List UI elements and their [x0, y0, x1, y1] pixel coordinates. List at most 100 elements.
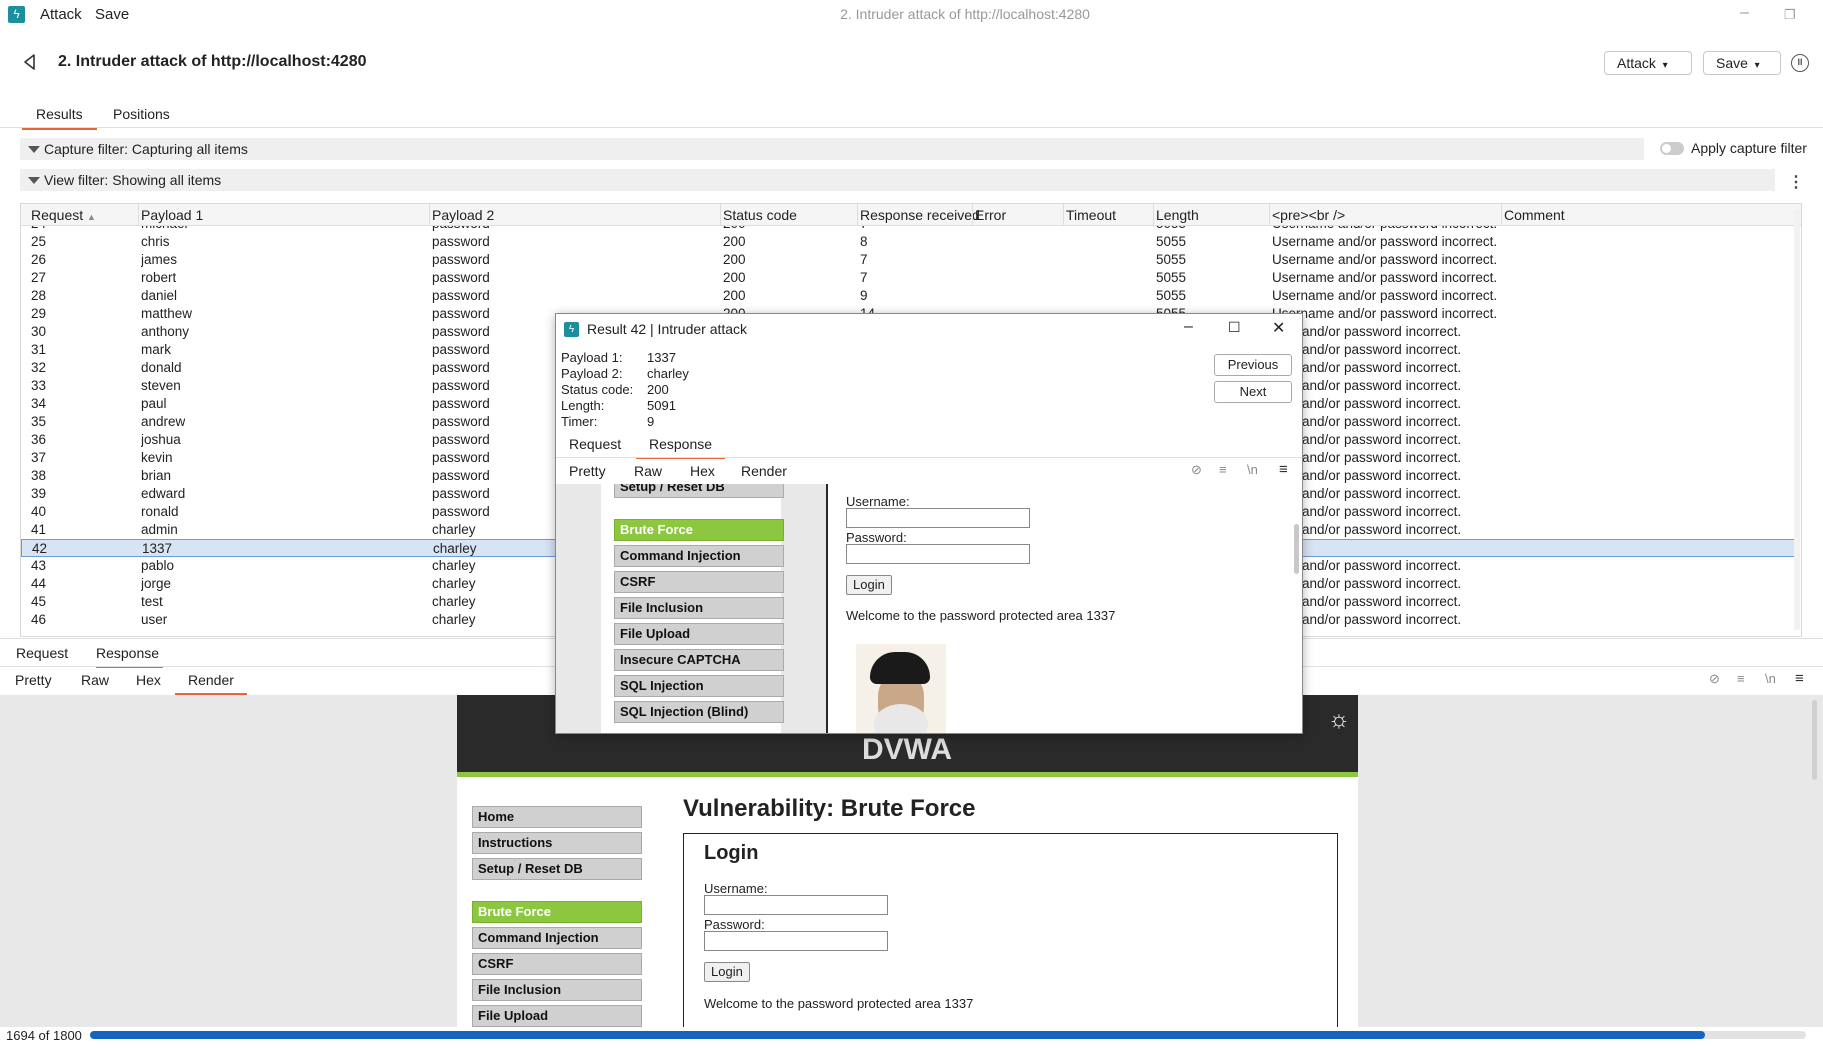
table-cell: brian [141, 468, 172, 483]
dvwa-nav-brute-force[interactable]: Brute Force [472, 901, 642, 923]
dialog-tab-response[interactable]: Response [636, 436, 726, 459]
close-icon[interactable]: ✕ [1272, 318, 1285, 338]
dialog-subtab-hex[interactable]: Hex [690, 463, 715, 484]
table-row-partial[interactable]: 24 michael password 200 7 5055 Username and/or… [21, 226, 1796, 233]
dialog-nav-brute-force[interactable]: Brute Force [614, 519, 784, 541]
dvwa-heading: Vulnerability: Brute Force [683, 795, 976, 822]
dvwa-nav-instructions[interactable]: Instructions [472, 832, 642, 854]
capture-filter-bar[interactable]: Capture filter: Capturing all items [20, 138, 1644, 160]
table-cell: 7 [860, 226, 868, 231]
column-header-comment[interactable]: Comment [1504, 207, 1565, 223]
dvwa-nav-setup[interactable]: Setup / Reset DB [472, 858, 642, 880]
dialog-nav-command-injection[interactable]: Command Injection [614, 545, 784, 567]
tab-request[interactable]: Request [16, 645, 68, 666]
tab-response[interactable]: Response [96, 645, 164, 668]
maximize-icon[interactable]: ☐ [1228, 319, 1241, 336]
page-title: 2. Intruder attack of http://localhost:4… [58, 53, 367, 70]
meta-payload2-value: charley [647, 366, 689, 381]
dialog-username-input[interactable] [846, 508, 1030, 528]
dvwa-nav-file-inclusion[interactable]: File Inclusion [472, 979, 642, 1001]
dialog-nav-setup[interactable]: Setup / Reset DB [614, 484, 784, 498]
hide-icon[interactable]: ⊘ [1709, 671, 1720, 687]
table-cell: password [432, 432, 490, 447]
table-cell: 39 [31, 486, 47, 501]
newline-icon[interactable]: \n [1247, 462, 1258, 477]
column-header-payload1[interactable]: Payload 1 [141, 207, 203, 223]
meta-length-label: Length: [561, 398, 605, 413]
theme-toggle-icon[interactable]: ☼ [1328, 706, 1354, 733]
dialog-password-input[interactable] [846, 544, 1030, 564]
dialog-subtab-render[interactable]: Render [731, 463, 797, 486]
minimize-icon[interactable]: – [1740, 4, 1749, 22]
dialog-nav-file-inclusion[interactable]: File Inclusion [614, 597, 784, 619]
column-header-length[interactable]: Length [1156, 207, 1199, 223]
table-cell: Username and/or password incorrect. [1272, 252, 1498, 267]
subtab-raw[interactable]: Raw [81, 672, 109, 693]
dialog-scrollbar[interactable] [1294, 524, 1299, 574]
dialog-nav-file-upload[interactable]: File Upload [614, 623, 784, 645]
dialog-subtab-raw[interactable]: Raw [634, 463, 662, 484]
previous-button[interactable]: Previous [1214, 354, 1292, 376]
table-cell: 5055 [1156, 270, 1187, 285]
table-cell: chris [141, 234, 170, 249]
minimize-icon[interactable]: – [1184, 318, 1193, 336]
table-row[interactable]: 28 daniel password 200 9 5055 Username and/or … [21, 287, 1796, 305]
dvwa-nav-csrf[interactable]: CSRF [472, 953, 642, 975]
subtab-render[interactable]: Render [175, 672, 247, 695]
login-button[interactable]: Login [704, 962, 750, 982]
table-row[interactable]: 26 james password 200 7 5055 Username and/or p… [21, 251, 1796, 269]
table-cell: 8 [860, 234, 868, 249]
table-row[interactable]: 25 chris password 200 8 5055 Username and/or p… [21, 233, 1796, 251]
dialog-subtab-pretty[interactable]: Pretty [569, 463, 606, 484]
dialog-tab-request[interactable]: Request [569, 436, 621, 457]
dialog-nav-insecure-captcha[interactable]: Insecure CAPTCHA [614, 649, 784, 671]
table-cell: 5055 [1156, 288, 1187, 303]
menu-icon[interactable]: ≡ [1795, 670, 1804, 687]
render-scrollbar[interactable] [1812, 700, 1817, 780]
column-header-timeout[interactable]: Timeout [1066, 207, 1116, 223]
apply-capture-filter-toggle[interactable] [1660, 142, 1684, 155]
wrap-icon[interactable]: ≡ [1737, 671, 1745, 686]
column-header-grep[interactable]: <pre><br /> [1272, 207, 1345, 223]
save-button[interactable]: Save ▾ [1703, 51, 1781, 75]
subtab-pretty[interactable]: Pretty [15, 672, 52, 693]
table-cell: 37 [31, 450, 47, 465]
table-cell: 45 [31, 594, 47, 609]
menu-icon[interactable]: ≡ [1279, 461, 1288, 478]
next-button[interactable]: Next [1214, 381, 1292, 403]
dialog-nav-csrf[interactable]: CSRF [614, 571, 784, 593]
subtab-hex[interactable]: Hex [136, 672, 161, 693]
username-label: Username: [704, 881, 768, 896]
table-cell: 200 [723, 270, 746, 285]
back-icon[interactable] [20, 52, 40, 72]
dialog-nav-sql-injection[interactable]: SQL Injection [614, 675, 784, 697]
table-cell: 42 [32, 541, 48, 556]
progress-fill [90, 1031, 1705, 1039]
table-scrollbar[interactable] [1794, 210, 1800, 630]
dvwa-nav-home[interactable]: Home [472, 806, 642, 828]
column-header-request[interactable]: Request ▲ [31, 207, 96, 223]
view-filter-bar[interactable]: View filter: Showing all items [20, 169, 1775, 191]
more-options-icon[interactable]: ⋮ [1788, 172, 1804, 192]
table-cell: password [432, 486, 490, 501]
column-header-status-code[interactable]: Status code [723, 207, 797, 223]
username-input[interactable] [704, 895, 888, 915]
password-input[interactable] [704, 931, 888, 951]
dialog-nav-sql-injection-blind[interactable]: SQL Injection (Blind) [614, 701, 784, 723]
dialog-login-button[interactable]: Login [846, 575, 892, 595]
newline-icon[interactable]: \n [1765, 671, 1776, 686]
dvwa-nav-command-injection[interactable]: Command Injection [472, 927, 642, 949]
restore-icon[interactable]: ❐ [1784, 7, 1796, 23]
pause-icon[interactable]: II [1791, 54, 1809, 72]
hide-icon[interactable]: ⊘ [1191, 462, 1202, 478]
tab-positions[interactable]: Positions [113, 106, 170, 128]
attack-button[interactable]: Attack ▾ [1604, 51, 1692, 75]
column-header-response-received[interactable]: Response received [860, 207, 980, 223]
wrap-icon[interactable]: ≡ [1219, 462, 1227, 477]
table-row[interactable]: 27 robert password 200 7 5055 Username and/or … [21, 269, 1796, 287]
column-header-error[interactable]: Error [975, 207, 1006, 223]
dialog-welcome-text: Welcome to the password protected area 1… [846, 608, 1116, 623]
dvwa-nav-file-upload[interactable]: File Upload [472, 1005, 642, 1027]
column-header-payload2[interactable]: Payload 2 [432, 207, 494, 223]
table-cell: ronald [141, 504, 179, 519]
